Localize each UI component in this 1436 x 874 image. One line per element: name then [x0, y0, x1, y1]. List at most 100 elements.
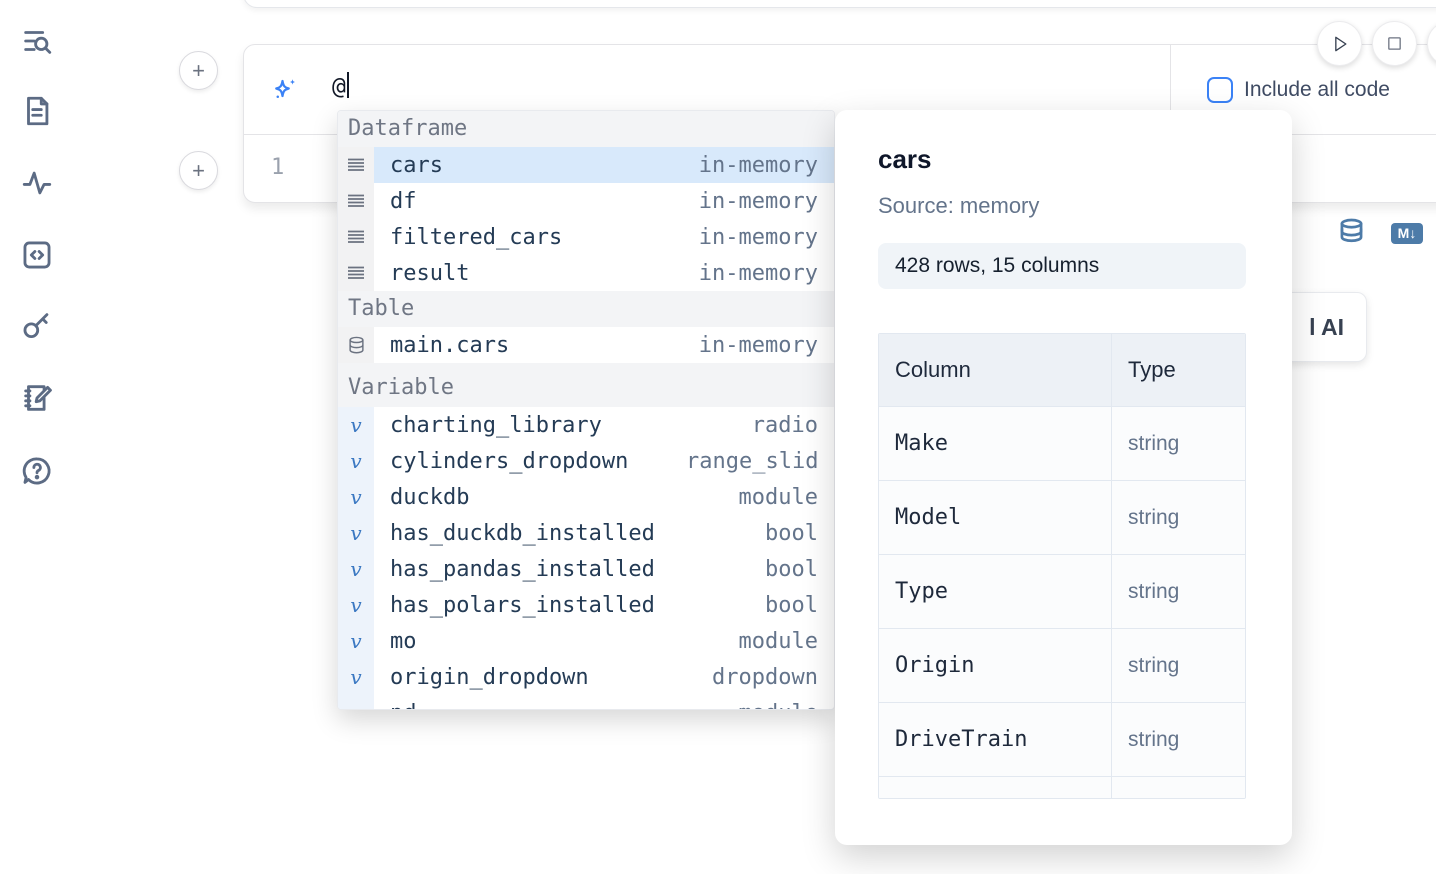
variable-icon: v — [338, 515, 374, 551]
markdown-export-icon[interactable]: M↓ — [1391, 223, 1423, 244]
autocomplete-item-content: origin_dropdowndropdown — [374, 659, 834, 695]
key-icon[interactable] — [20, 309, 54, 343]
schema-column-type: string — [1112, 407, 1245, 480]
autocomplete-section-table: Table — [338, 291, 834, 327]
item-name: has_polars_installed — [374, 593, 686, 618]
variable-icon: v — [338, 587, 374, 623]
autocomplete-item-content: cylinders_dropdownrange_slider — [374, 443, 834, 479]
autocomplete-item-origin_dropdown[interactable]: v origin_dropdowndropdown — [338, 659, 834, 695]
document-icon[interactable] — [20, 94, 54, 128]
stop-cell-button[interactable] — [1372, 21, 1417, 66]
dataframe-icon — [338, 183, 374, 219]
schema-column-name — [879, 777, 1112, 799]
schema-column-type: string — [1112, 481, 1245, 554]
include-all-code-checkbox[interactable] — [1207, 77, 1233, 103]
autocomplete-item-content: has_duckdb_installedbool — [374, 515, 834, 551]
item-name: charting_library — [374, 413, 686, 438]
schema-row-partial — [879, 776, 1245, 799]
autocomplete-item-content: main.carsin-memory — [374, 327, 834, 363]
ai-prompt-input[interactable]: @ — [332, 72, 349, 100]
item-name: cylinders_dropdown — [374, 449, 686, 474]
column-name-text: Type — [895, 579, 948, 604]
item-type: in-memory — [686, 153, 818, 178]
item-name: has_pandas_installed — [374, 557, 686, 582]
autocomplete-item-mo[interactable]: vmomodule — [338, 623, 834, 659]
autocomplete-item-result[interactable]: resultin-memory — [338, 255, 834, 291]
item-name: duckdb — [374, 485, 686, 510]
autocomplete-item-has_pandas_installed[interactable]: v has_pandas_installedbool — [338, 551, 834, 587]
activity-icon[interactable] — [20, 166, 54, 200]
item-name: filtered_cars — [374, 225, 686, 250]
autocomplete-item-charting_library[interactable]: vcharting_libraryradio — [338, 407, 834, 443]
autocomplete-item-cars[interactable]: carsin-memory — [338, 147, 834, 183]
preview-title: cars — [878, 144, 1292, 175]
schema-row-type: Type string — [879, 554, 1245, 628]
item-name: cars — [374, 153, 686, 178]
schema-column-type: string — [1112, 703, 1245, 776]
column-type-text: string — [1128, 728, 1179, 752]
autocomplete-dropdown: Dataframecarsin-memorydfin-memoryfiltere… — [337, 110, 835, 710]
autocomplete-item-content: pdmodule — [374, 695, 834, 710]
variable-glyph: v — [350, 593, 361, 617]
variable-icon: v — [338, 659, 374, 695]
item-name: has_duckdb_installed — [374, 521, 686, 546]
left-sidebar — [0, 0, 72, 874]
variable-glyph: v — [350, 413, 361, 437]
autocomplete-item-content: dfin-memory — [374, 183, 834, 219]
schema-column-name: Model — [879, 481, 1112, 554]
code-block-icon[interactable] — [20, 238, 54, 272]
item-type: in-memory — [686, 189, 818, 214]
autocomplete-item-has_duckdb_installed[interactable]: vhas_duckdb_installedbool — [338, 515, 834, 551]
column-type-text: string — [1128, 506, 1179, 530]
autocomplete-item-df[interactable]: dfin-memory — [338, 183, 834, 219]
variable-icon: v — [338, 695, 374, 710]
variable-glyph: v — [350, 485, 361, 509]
variable-icon: v — [338, 443, 374, 479]
item-name: mo — [374, 629, 686, 654]
item-type: module — [686, 485, 818, 510]
schema-column-name: Origin — [879, 629, 1112, 702]
autocomplete-item-has_polars_installed[interactable]: vhas_polars_installedbool — [338, 587, 834, 623]
preview-source: Source: memory — [878, 193, 1292, 219]
item-type: module — [686, 701, 818, 711]
run-cell-button[interactable] — [1317, 21, 1362, 66]
schema-row-origin: Originstring — [879, 628, 1245, 702]
add-cell-below-button[interactable]: + — [179, 151, 218, 190]
schema-column-type: string — [1112, 555, 1245, 628]
preview-shape-badge: 428 rows, 15 columns — [878, 243, 1246, 289]
list-search-icon[interactable] — [20, 24, 54, 58]
schema-column-type — [1112, 777, 1245, 799]
autocomplete-item-pd[interactable]: v pdmodule — [338, 695, 834, 710]
schema-column-type: string — [1112, 629, 1245, 702]
text-cursor — [347, 72, 349, 98]
item-type: in-memory — [686, 333, 818, 358]
add-cell-above-button[interactable]: + — [179, 51, 218, 90]
item-name: result — [374, 261, 686, 286]
help-chat-icon[interactable] — [20, 454, 54, 488]
item-name: origin_dropdown — [374, 665, 686, 690]
column-name-text: DriveTrain — [895, 727, 1027, 752]
autocomplete-item-content: has_pandas_installedbool — [374, 551, 834, 587]
schema-header-column: Column — [879, 334, 1112, 406]
schema-row-model: Model string — [879, 480, 1245, 554]
variable-icon: v — [338, 407, 374, 443]
variable-glyph: v — [350, 665, 361, 689]
item-name: df — [374, 189, 686, 214]
autocomplete-item-main.cars[interactable]: main.carsin-memory — [338, 327, 834, 363]
database-icon[interactable] — [1338, 218, 1365, 247]
autocomplete-item-cylinders_dropdown[interactable]: v cylinders_dropdownrange_slider — [338, 443, 834, 479]
variable-glyph: v — [350, 701, 361, 710]
autocomplete-item-filtered_cars[interactable]: filtered_carsin-memory — [338, 219, 834, 255]
item-type: dropdown — [686, 665, 818, 690]
variable-glyph: v — [350, 449, 361, 473]
item-type: bool — [686, 557, 818, 582]
autocomplete-item-content: carsin-memory — [374, 147, 834, 183]
schema-header-type: Type — [1112, 334, 1245, 406]
variable-glyph: v — [350, 557, 361, 581]
variable-icon: v — [338, 623, 374, 659]
autocomplete-item-content: filtered_carsin-memory — [374, 219, 834, 255]
notebook-edit-icon[interactable] — [20, 381, 54, 415]
schema-column-name: Type — [879, 555, 1112, 628]
schema-column-name: Make — [879, 407, 1112, 480]
autocomplete-item-duckdb[interactable]: vduckdbmodule — [338, 479, 834, 515]
